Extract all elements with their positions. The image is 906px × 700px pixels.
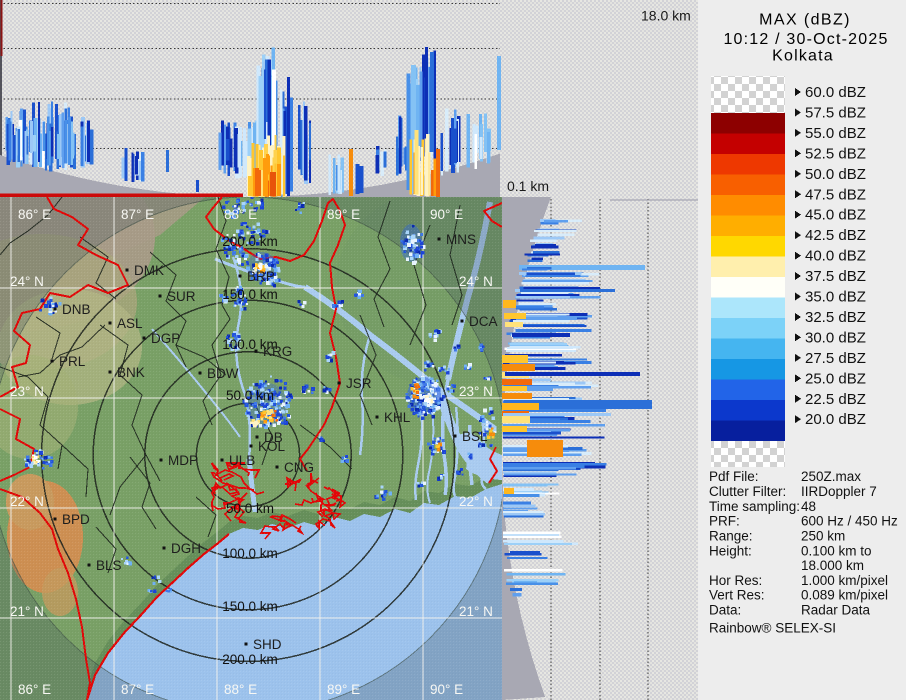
svg-text:87° E: 87° E [121, 207, 154, 222]
svg-text:22.5 dBZ: 22.5 dBZ [805, 391, 866, 408]
svg-text:CNG: CNG [284, 460, 314, 475]
svg-text:BDW: BDW [207, 366, 239, 381]
svg-text:600 Hz / 450 Hz: 600 Hz / 450 Hz [801, 514, 898, 529]
svg-text:35.0 dBZ: 35.0 dBZ [805, 289, 866, 306]
svg-text:18.0 km: 18.0 km [641, 8, 691, 24]
svg-text:100.0 km: 100.0 km [222, 546, 278, 561]
svg-text:Data:: Data: [709, 603, 741, 618]
svg-text:88° E: 88° E [224, 207, 257, 222]
svg-text:PRF:: PRF: [709, 514, 740, 529]
svg-text:Kolkata: Kolkata [772, 48, 834, 65]
svg-text:BNK: BNK [117, 365, 145, 380]
svg-text:Radar Data: Radar Data [801, 603, 871, 618]
svg-text:MAX (dBZ): MAX (dBZ) [759, 12, 851, 29]
svg-text:52.5 dBZ: 52.5 dBZ [805, 145, 866, 162]
svg-text:DMK: DMK [134, 263, 164, 278]
svg-text:55.0 dBZ: 55.0 dBZ [805, 125, 866, 142]
svg-text:KHL: KHL [384, 410, 411, 425]
svg-text:86° E: 86° E [18, 682, 51, 697]
svg-text:47.5 dBZ: 47.5 dBZ [805, 186, 866, 203]
svg-text:24° N: 24° N [459, 274, 493, 289]
svg-text:21° N: 21° N [10, 604, 44, 619]
svg-text:23° N: 23° N [459, 384, 493, 399]
svg-text:48: 48 [801, 499, 816, 514]
svg-text:60.0 dBZ: 60.0 dBZ [805, 84, 866, 101]
svg-text:21° N: 21° N [459, 604, 493, 619]
svg-text:Height:: Height: [709, 544, 752, 559]
svg-text:20.0 dBZ: 20.0 dBZ [805, 411, 866, 428]
svg-text:24° N: 24° N [10, 274, 44, 289]
svg-text:Clutter Filter:: Clutter Filter: [709, 484, 786, 499]
svg-text:KRG: KRG [263, 344, 292, 359]
svg-text:SUR: SUR [167, 289, 196, 304]
svg-text:57.5 dBZ: 57.5 dBZ [805, 104, 866, 121]
svg-text:86° E: 86° E [18, 207, 51, 222]
svg-text:22° N: 22° N [10, 494, 44, 509]
svg-text:MDP: MDP [168, 453, 198, 468]
svg-text:DCA: DCA [469, 314, 498, 329]
svg-text:23° N: 23° N [10, 384, 44, 399]
svg-text:Hor Res:: Hor Res: [709, 573, 762, 588]
svg-text:150.0 km: 150.0 km [222, 599, 278, 614]
svg-text:42.5 dBZ: 42.5 dBZ [805, 227, 866, 244]
svg-text:DGH: DGH [171, 541, 201, 556]
svg-text:200.0 km: 200.0 km [222, 652, 278, 667]
svg-text:1.000 km/pixel: 1.000 km/pixel [801, 573, 888, 588]
svg-text:JSR: JSR [346, 376, 372, 391]
svg-text:Vert Res:: Vert Res: [709, 588, 765, 603]
svg-text:0.089 km/pixel: 0.089 km/pixel [801, 588, 888, 603]
svg-text:250 km: 250 km [801, 529, 845, 544]
svg-text:18.000 km: 18.000 km [801, 558, 864, 573]
svg-text:89° E: 89° E [327, 682, 360, 697]
svg-text:90° E: 90° E [430, 682, 463, 697]
svg-text:BRP: BRP [247, 269, 275, 284]
svg-text:250Z.max: 250Z.max [801, 469, 861, 484]
svg-text:200.0 km: 200.0 km [222, 234, 278, 249]
svg-text:87° E: 87° E [121, 682, 154, 697]
svg-text:IIRDoppler 7: IIRDoppler 7 [801, 484, 877, 499]
svg-text:Range:: Range: [709, 529, 753, 544]
svg-text:Pdf File:: Pdf File: [709, 469, 759, 484]
svg-text:DGP: DGP [151, 331, 180, 346]
svg-text:MNS: MNS [446, 232, 476, 247]
svg-text:27.5 dBZ: 27.5 dBZ [805, 350, 866, 367]
svg-text:25.0 dBZ: 25.0 dBZ [805, 370, 866, 387]
svg-text:ULB: ULB [229, 453, 255, 468]
svg-text:KOL: KOL [258, 439, 286, 454]
svg-text:DNB: DNB [62, 302, 91, 317]
svg-text:ASL: ASL [117, 316, 143, 331]
svg-text:0.1 km: 0.1 km [507, 178, 549, 194]
svg-text:Rainbow® SELEX-SI: Rainbow® SELEX-SI [709, 621, 836, 636]
svg-text:150.0 km: 150.0 km [222, 287, 278, 302]
svg-text:SHD: SHD [253, 637, 282, 652]
svg-text:PRL: PRL [59, 354, 86, 369]
svg-text:45.0 dBZ: 45.0 dBZ [805, 207, 866, 224]
svg-text:89° E: 89° E [327, 207, 360, 222]
svg-text:50.0 dBZ: 50.0 dBZ [805, 166, 866, 183]
svg-text:Time sampling:: Time sampling: [709, 499, 800, 514]
svg-text:32.5 dBZ: 32.5 dBZ [805, 309, 866, 326]
svg-text:37.5 dBZ: 37.5 dBZ [805, 268, 866, 285]
svg-text:BPD: BPD [62, 512, 90, 527]
svg-text:88° E: 88° E [224, 682, 257, 697]
svg-text:22° N: 22° N [459, 494, 493, 509]
svg-text:BLS: BLS [96, 558, 122, 573]
svg-text:40.0 dBZ: 40.0 dBZ [805, 248, 866, 265]
svg-text:90° E: 90° E [430, 207, 463, 222]
svg-text:0.100 km to: 0.100 km to [801, 544, 872, 559]
svg-text:50.0 km: 50.0 km [226, 388, 274, 403]
svg-text:10:12 / 30-Oct-2025: 10:12 / 30-Oct-2025 [723, 31, 888, 48]
svg-text:BSL: BSL [462, 429, 488, 444]
svg-text:30.0 dBZ: 30.0 dBZ [805, 329, 866, 346]
svg-text:50.0 km: 50.0 km [226, 501, 274, 516]
